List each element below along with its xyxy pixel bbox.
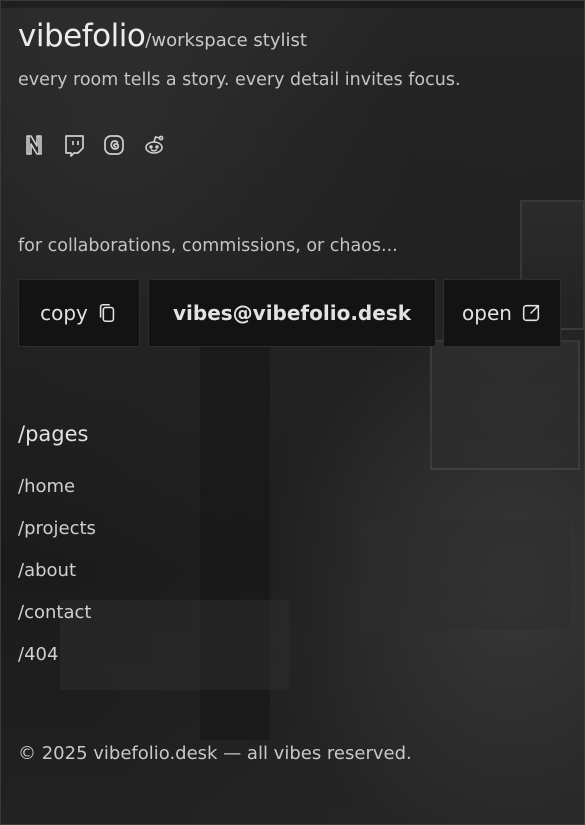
email-text: vibes@vibefolio.desk [172, 301, 412, 325]
pages-heading: /pages [18, 422, 89, 446]
page-frame [0, 0, 585, 825]
external-link-icon [522, 304, 540, 322]
nav-link-about[interactable]: /about [18, 557, 96, 599]
role-subtitle: /workspace stylist [145, 30, 307, 51]
nav-link-404[interactable]: /404 [18, 641, 96, 683]
copy-icon [99, 303, 115, 323]
copy-label: copy [40, 301, 88, 325]
twitch-icon[interactable] [62, 133, 86, 157]
contact-actions: copy vibes@vibefolio.desk open [18, 279, 567, 347]
social-links [22, 133, 166, 157]
tagline: every room tells a story. every detail i… [18, 70, 461, 90]
copy-button[interactable]: copy [18, 279, 140, 347]
footer-copyright: © 2025 vibefolio.desk — all vibes reserv… [18, 743, 412, 764]
pages-nav: /home /projects /about /contact /404 [18, 473, 96, 683]
notion-icon[interactable] [22, 133, 46, 157]
site-header: vibefolio /workspace stylist [18, 18, 307, 54]
open-email-button[interactable]: open [443, 279, 561, 347]
nav-link-projects[interactable]: /projects [18, 515, 96, 557]
threads-icon[interactable] [102, 133, 126, 157]
email-address[interactable]: vibes@vibefolio.desk [148, 279, 436, 347]
collab-prompt: for collaborations, commissions, or chao… [18, 236, 398, 256]
open-label: open [462, 301, 512, 325]
nav-link-home[interactable]: /home [18, 473, 96, 515]
brand-name[interactable]: vibefolio [18, 18, 146, 54]
nav-link-contact[interactable]: /contact [18, 599, 96, 641]
reddit-icon[interactable] [142, 133, 166, 157]
